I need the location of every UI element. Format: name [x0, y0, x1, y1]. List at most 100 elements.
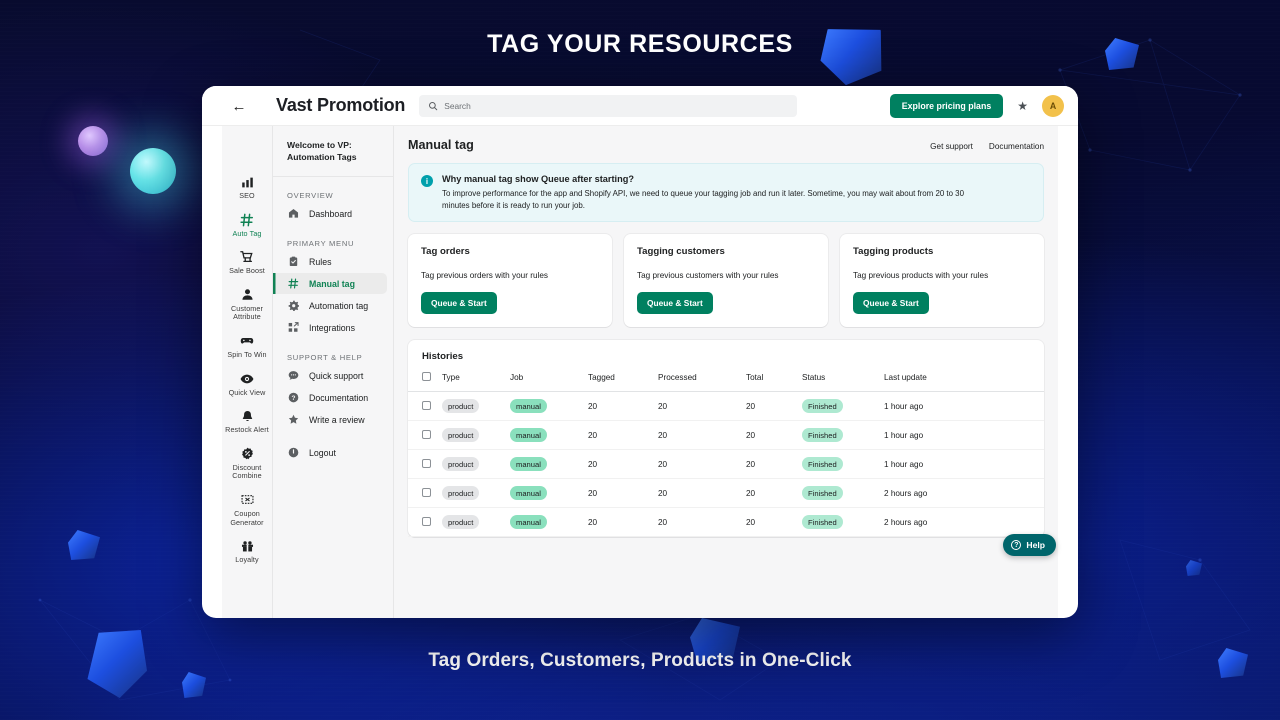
- rail-item-loyalty[interactable]: Loyalty: [222, 532, 272, 570]
- cell-type: product: [442, 478, 510, 509]
- sidebar-item-logout[interactable]: Logout: [273, 442, 387, 463]
- row-checkbox[interactable]: [422, 458, 431, 468]
- cell-type: product: [442, 420, 510, 451]
- rail-item-sale-boost[interactable]: Sale Boost: [222, 243, 272, 281]
- row-checkbox[interactable]: [422, 400, 431, 410]
- sidebar-item-label: Integrations: [309, 322, 355, 333]
- card-description: Tag previous orders with your rules: [421, 271, 548, 281]
- row-checkbox[interactable]: [422, 429, 431, 439]
- table-row[interactable]: product manual 20 20 20 Finished 2 hours…: [408, 507, 1044, 538]
- row-select-cell: [408, 478, 442, 509]
- rail-item-label: Loyalty: [235, 555, 259, 565]
- back-arrow-icon[interactable]: ←: [222, 86, 256, 126]
- job-badge: manual: [510, 486, 547, 501]
- type-badge: product: [442, 457, 480, 472]
- card-title: Tagging products: [853, 246, 934, 258]
- card-tagging-products: Tagging products Tag previous products w…: [840, 234, 1044, 328]
- star-icon: [287, 413, 300, 426]
- get-support-link[interactable]: Get support: [930, 142, 973, 151]
- help-widget-label: Help: [1026, 540, 1045, 550]
- sidebar-item-dashboard[interactable]: Dashboard: [273, 203, 387, 224]
- rail-item-discount-combine[interactable]: Discount Combine: [222, 440, 272, 486]
- gear-icon: [287, 299, 300, 312]
- coupon-icon: [240, 492, 254, 508]
- histories-table-body: product manual 20 20 20 Finished 1 hour …: [408, 391, 1044, 538]
- cell-processed: 20: [658, 420, 746, 451]
- cell-last-update: 1 hour ago: [884, 420, 1044, 451]
- sidebar-item-manual-tag[interactable]: Manual tag: [273, 273, 387, 294]
- help-widget-button[interactable]: ? Help: [1003, 534, 1056, 556]
- cell-type: product: [442, 449, 510, 480]
- column-header-processed: Processed: [658, 372, 746, 393]
- documentation-link[interactable]: Documentation: [989, 142, 1044, 151]
- sidebar-item-rules[interactable]: Rules: [273, 251, 387, 272]
- cell-last-update: 1 hour ago: [884, 449, 1044, 480]
- status-badge: Finished: [802, 486, 843, 501]
- column-header-job: Job: [510, 372, 588, 393]
- page-headline: TAG YOUR RESOURCES: [487, 30, 793, 58]
- hash-icon: [240, 212, 254, 228]
- svg-text:?: ?: [292, 395, 296, 402]
- sidebar-item-documentation[interactable]: ? Documentation: [273, 387, 387, 408]
- row-checkbox[interactable]: [422, 487, 431, 497]
- cell-total: 20: [746, 391, 802, 422]
- cell-job: manual: [510, 507, 588, 538]
- card-description: Tag previous customers with your rules: [637, 271, 779, 281]
- rail-item-auto-tag[interactable]: Auto Tag: [222, 206, 272, 244]
- job-badge: manual: [510, 457, 547, 472]
- main-header: Manual tag Get support Documentation: [408, 138, 1044, 152]
- hash-icon: [287, 277, 300, 290]
- type-badge: product: [442, 399, 480, 414]
- sidebar-item-quick-support[interactable]: Quick support: [273, 365, 387, 386]
- sidebar-item-integrations[interactable]: Integrations: [273, 317, 387, 338]
- eye-icon: [240, 371, 254, 387]
- card-tagging-customers: Tagging customers Tag previous customers…: [624, 234, 828, 328]
- star-icon[interactable]: ★: [1017, 99, 1028, 113]
- home-icon: [287, 207, 300, 220]
- queue-and-start-button[interactable]: Queue & Start: [637, 292, 713, 315]
- status-badge: Finished: [802, 457, 843, 472]
- cell-status: Finished: [802, 478, 884, 509]
- table-row[interactable]: product manual 20 20 20 Finished 1 hour …: [408, 420, 1044, 451]
- cell-last-update: 1 hour ago: [884, 391, 1044, 422]
- table-row[interactable]: product manual 20 20 20 Finished 1 hour …: [408, 449, 1044, 480]
- main-header-links: Get support Documentation: [930, 142, 1044, 151]
- sidebar-section-title-overview: OVERVIEW: [287, 191, 334, 200]
- integrations-icon: [287, 321, 300, 334]
- search-input[interactable]: Search: [419, 94, 798, 117]
- row-checkbox[interactable]: [422, 516, 431, 526]
- chat-icon: [287, 369, 300, 382]
- column-header-total: Total: [746, 372, 802, 393]
- rail-item-restock-alert[interactable]: Restock Alert: [222, 402, 272, 440]
- queue-and-start-button[interactable]: Queue & Start: [421, 292, 497, 315]
- sidebar-item-label: Manual tag: [309, 278, 355, 289]
- sidebar-item-automation-tag[interactable]: Automation tag: [273, 295, 387, 316]
- app-icon-rail: SEO Auto Tag Sale Boost Customer Attribu…: [222, 126, 272, 618]
- select-all-checkbox[interactable]: [422, 372, 431, 382]
- type-badge: product: [442, 486, 480, 501]
- rail-item-label: SEO: [239, 191, 255, 200]
- job-badge: manual: [510, 399, 547, 414]
- page-title: Manual tag: [408, 138, 474, 152]
- rail-item-coupon-generator[interactable]: Coupon Generator: [222, 486, 272, 532]
- rail-item-spin-to-win[interactable]: Spin To Win: [222, 327, 272, 365]
- avatar[interactable]: A: [1042, 94, 1064, 117]
- sidebar-section-title-primary-menu: PRIMARY MENU: [287, 239, 355, 248]
- rail-item-quick-view[interactable]: Quick View: [222, 365, 272, 403]
- rail-item-seo[interactable]: SEO: [222, 168, 272, 206]
- cell-type: product: [442, 391, 510, 422]
- rail-item-customer-attribute[interactable]: Customer Attribute: [222, 281, 272, 327]
- cell-status: Finished: [802, 391, 884, 422]
- app-brand-title: Vast Promotion: [276, 95, 406, 115]
- table-row[interactable]: product manual 20 20 20 Finished 1 hour …: [408, 391, 1044, 422]
- bell-icon: [241, 408, 254, 424]
- table-header-row: Type Job Tagged Processed Total Status L…: [408, 372, 1044, 393]
- app-body: SEO Auto Tag Sale Boost Customer Attribu…: [222, 126, 1058, 618]
- table-row[interactable]: product manual 20 20 20 Finished 2 hours…: [408, 478, 1044, 509]
- rail-item-label: Sale Boost: [229, 266, 265, 276]
- sidebar-item-write-a-review[interactable]: Write a review: [273, 409, 387, 430]
- select-all-header: [408, 372, 442, 393]
- queue-and-start-button[interactable]: Queue & Start: [853, 292, 929, 315]
- explore-pricing-plans-button[interactable]: Explore pricing plans: [889, 93, 1004, 118]
